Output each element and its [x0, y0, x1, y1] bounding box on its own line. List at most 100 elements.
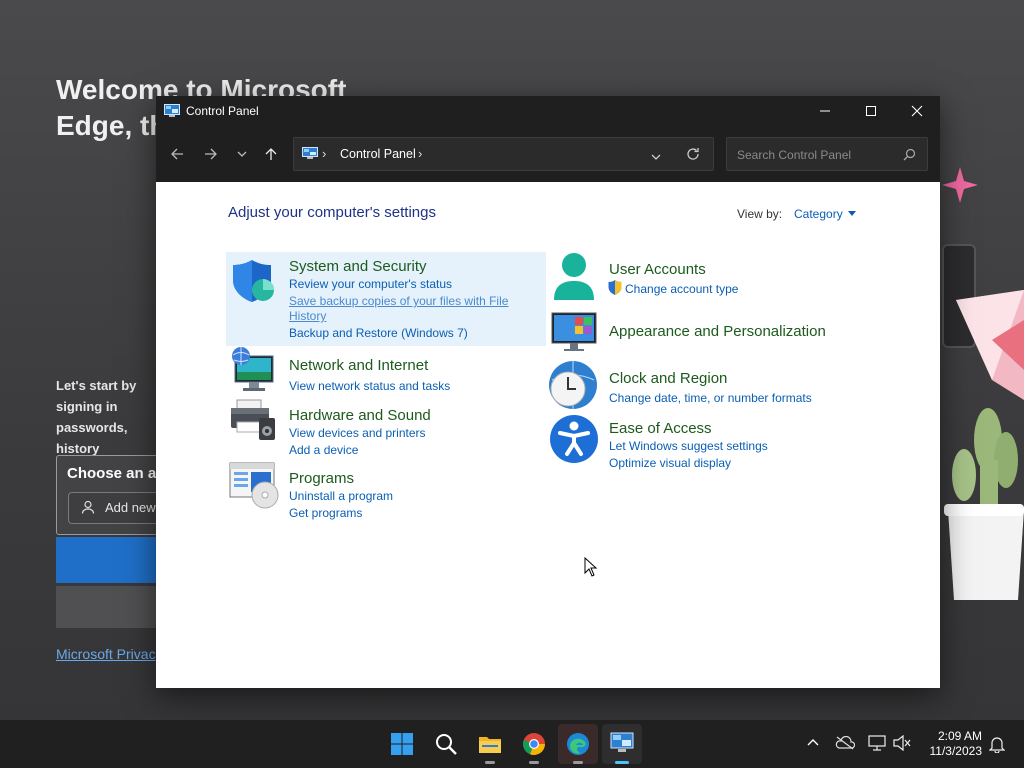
mouse-cursor-icon [584, 556, 598, 582]
control-panel-content: Adjust your computer's settings View by:… [156, 182, 940, 688]
link-get-programs[interactable]: Get programs [289, 506, 362, 520]
edge-icon [567, 733, 589, 755]
close-icon [911, 105, 923, 117]
chevron-up-icon[interactable] [806, 735, 820, 754]
link-review-computer-status[interactable]: Review your computer's status [289, 277, 452, 291]
search-box[interactable] [726, 137, 928, 171]
forward-button[interactable] [199, 142, 223, 166]
category-title[interactable]: User Accounts [609, 261, 706, 278]
control-panel-icon [302, 147, 318, 165]
link-let-windows-suggest[interactable]: Let Windows suggest settings [609, 439, 768, 453]
control-panel-taskbar-button[interactable] [602, 724, 642, 764]
link-file-history[interactable]: History [289, 309, 326, 323]
search-icon [436, 734, 457, 755]
breadcrumb-separator-icon[interactable]: › [418, 146, 422, 161]
search-input[interactable] [735, 145, 899, 165]
notifications-bell-icon[interactable] [988, 735, 1006, 758]
link-change-date-time-formats[interactable]: Change date, time, or number formats [609, 391, 812, 405]
edge-primary-button[interactable] [56, 537, 166, 583]
view-by-dropdown[interactable]: Category [794, 207, 856, 221]
control-panel-icon [164, 104, 180, 123]
address-dropdown-button[interactable] [650, 149, 662, 167]
link-backup-restore[interactable]: Backup and Restore (Windows 7) [289, 326, 468, 340]
clock-date: 11/3/2023 [929, 744, 983, 758]
recent-locations-button[interactable] [230, 142, 254, 166]
chrome-button[interactable] [514, 724, 554, 764]
up-arrow-icon [265, 148, 277, 160]
title-bar[interactable]: Control Panel [156, 96, 940, 126]
refresh-button[interactable] [686, 147, 700, 166]
forward-arrow-icon [205, 148, 217, 160]
link-uninstall-program[interactable]: Uninstall a program [289, 489, 393, 503]
view-by-value[interactable]: Category [794, 207, 843, 221]
page-heading: Adjust your computer's settings [228, 204, 436, 221]
chevron-down-icon [651, 154, 661, 160]
maximize-button[interactable] [848, 96, 894, 126]
person-icon [81, 500, 95, 517]
maximize-icon [866, 106, 876, 116]
category-title[interactable]: System and Security [289, 258, 427, 275]
uac-shield-icon [608, 280, 622, 300]
category-title[interactable]: Ease of Access [609, 420, 712, 437]
printer-speaker-icon [229, 396, 277, 449]
file-explorer-icon [479, 737, 501, 753]
user-icon [552, 252, 596, 307]
window-title: Control Panel [186, 104, 259, 118]
chrome-icon [523, 733, 545, 755]
link-view-network-status[interactable]: View network status and tasks [289, 379, 450, 393]
start-icon [391, 733, 413, 755]
search-icon[interactable] [903, 148, 916, 166]
volume-muted-icon[interactable] [893, 734, 911, 756]
back-arrow-icon [171, 148, 183, 160]
edge-add-new-label: Add new [105, 500, 156, 515]
programs-disc-icon [229, 459, 279, 514]
breadcrumb-control-panel[interactable]: Control Panel [340, 147, 416, 161]
globe-monitor-icon [229, 346, 277, 399]
dropdown-caret-icon [847, 211, 856, 216]
shield-icon [231, 258, 277, 309]
refresh-icon [687, 148, 699, 160]
file-explorer-button[interactable] [470, 724, 510, 764]
taskbar [0, 720, 1024, 768]
control-panel-icon [610, 732, 634, 752]
category-title[interactable]: Programs [289, 470, 354, 487]
category-title[interactable]: Network and Internet [289, 357, 428, 374]
running-indicator [485, 761, 495, 764]
back-button[interactable] [165, 142, 189, 166]
edge-welcome-subtitle: Let's start by signing in passwords, his… [56, 378, 137, 456]
onedrive-icon[interactable] [835, 735, 856, 755]
close-button[interactable] [894, 96, 940, 126]
monitor-tiles-icon [551, 312, 597, 357]
taskbar-search-button[interactable] [426, 724, 466, 764]
link-add-device[interactable]: Add a device [289, 443, 358, 457]
control-panel-window: Control Panel › Control Panel › Search C… [156, 96, 940, 688]
category-title[interactable]: Clock and Region [609, 370, 727, 387]
category-title[interactable]: Hardware and Sound [289, 407, 431, 424]
taskbar-clock[interactable]: 2:09 AM 11/3/2023 [916, 729, 983, 759]
start-button[interactable] [382, 724, 422, 764]
up-button[interactable] [259, 142, 283, 166]
link-view-devices-printers[interactable]: View devices and printers [289, 426, 426, 440]
edge-privacy-link[interactable]: Microsoft Privac [56, 646, 156, 662]
chevron-down-icon [237, 151, 247, 157]
minimize-button[interactable] [802, 96, 848, 126]
running-indicator [529, 761, 539, 764]
link-save-backup-copies[interactable]: Save backup copies of your files with Fi… [289, 294, 508, 308]
link-change-account-type[interactable]: Change account type [625, 282, 738, 296]
clock-globe-icon [548, 360, 598, 415]
breadcrumb-separator-icon[interactable]: › [322, 146, 326, 161]
category-title[interactable]: Appearance and Personalization [609, 323, 826, 340]
cactus-icon [940, 380, 1024, 610]
edge-button[interactable] [558, 724, 598, 764]
link-optimize-visual-display[interactable]: Optimize visual display [609, 456, 731, 470]
address-bar[interactable]: › Control Panel › [293, 137, 714, 171]
accessibility-icon [549, 414, 599, 469]
edge-card-title: Choose an a [67, 465, 157, 482]
clock-time: 2:09 AM [937, 729, 982, 743]
edge-secondary-button[interactable] [56, 586, 166, 628]
network-icon[interactable] [868, 735, 886, 756]
view-by-label: View by: [737, 207, 783, 221]
active-indicator [615, 761, 629, 764]
navigation-toolbar: › Control Panel › [156, 126, 940, 182]
running-indicator [573, 761, 583, 764]
